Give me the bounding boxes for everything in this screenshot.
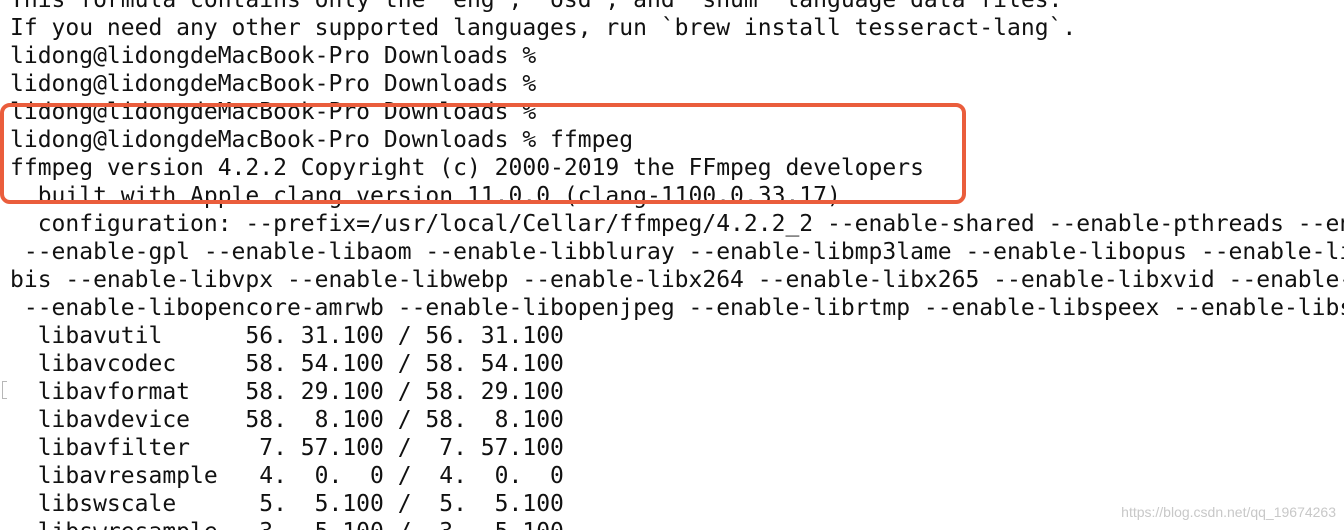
- terminal-output-line: --enable-libopencore-amrwb --enable-libo…: [23, 295, 1344, 321]
- terminal-output-line: bis --enable-libvpx --enable-libwebp --e…: [10, 267, 1344, 293]
- terminal-output-line: --enable-gpl --enable-libaom --enable-li…: [23, 239, 1344, 265]
- terminal-command-line: lidong@lidongdeMacBook-Pro Downloads % f…: [10, 127, 634, 153]
- library-version-line: libswscale 5. 5.100 / 5. 5.100: [10, 491, 564, 517]
- gutter-bracket-icon: [2, 381, 7, 399]
- library-version-line: libavcodec 58. 54.100 / 58. 54.100: [10, 351, 564, 377]
- library-version-line: libavresample 4. 0. 0 / 4. 0. 0: [10, 463, 564, 489]
- terminal-prompt-line: lidong@lidongdeMacBook-Pro Downloads %: [10, 99, 537, 125]
- library-version-line: libavfilter 7. 57.100 / 7. 57.100: [10, 435, 564, 461]
- terminal-line: If you need any other supported language…: [10, 15, 1077, 41]
- library-version-line: libavutil 56. 31.100 / 56. 31.100: [10, 323, 564, 349]
- terminal-prompt-line: lidong@lidongdeMacBook-Pro Downloads %: [10, 71, 537, 97]
- terminal-line: This formula contains only the "eng", "o…: [10, 0, 1063, 13]
- terminal-output-line: ffmpeg version 4.2.2 Copyright (c) 2000-…: [10, 155, 924, 181]
- terminal-window[interactable]: This formula contains only the "eng", "o…: [0, 0, 1344, 530]
- library-version-line: libavdevice 58. 8.100 / 58. 8.100: [10, 407, 564, 433]
- terminal-output-line: configuration: --prefix=/usr/local/Cella…: [37, 211, 1344, 237]
- library-version-line: libavformat 58. 29.100 / 58. 29.100: [10, 379, 564, 405]
- terminal-prompt-line: lidong@lidongdeMacBook-Pro Downloads %: [10, 43, 537, 69]
- watermark: https://blog.csdn.net/qq_19674263: [1121, 504, 1336, 520]
- library-version-line: libswresample 3. 5.100 / 3. 5.100: [10, 518, 564, 530]
- terminal-output-line: built with Apple clang version 11.0.0 (c…: [10, 183, 841, 209]
